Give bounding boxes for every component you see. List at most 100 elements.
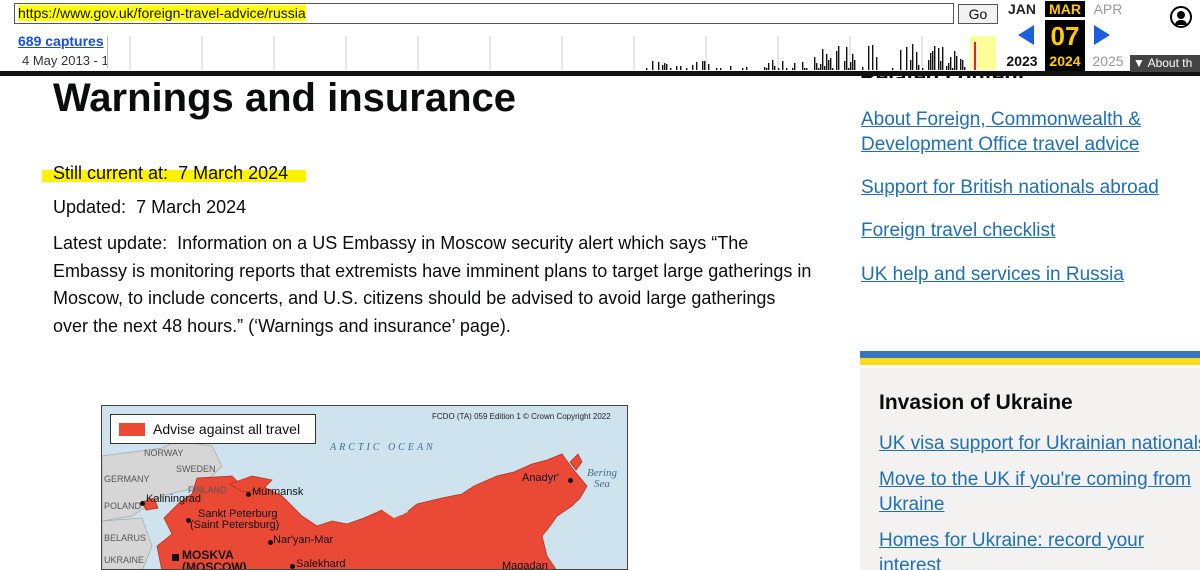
histogram-bar (960, 59, 962, 70)
map-label-moscow: MOSKVA (MOSCOW) (182, 549, 247, 570)
ukraine-callout: Invasion of Ukraine UK visa support for … (860, 368, 1200, 570)
histogram-bar (854, 60, 856, 70)
map-label-ukraine: UKRAINE (104, 555, 145, 565)
ukraine-link-homes-for-ukraine[interactable]: Homes for Ukraine: record your interest (879, 528, 1159, 570)
capture-date-range: 4 May 2013 - 1 (22, 53, 109, 68)
month-prev-link[interactable]: JAN (1002, 1, 1042, 17)
histogram-bar (746, 67, 748, 70)
year-next-link[interactable]: 2025 (1088, 53, 1128, 69)
histogram-bar (876, 57, 878, 70)
histogram-bar (730, 66, 732, 70)
histogram-bar (824, 66, 826, 70)
histogram-bar (670, 68, 672, 70)
year-prev-link[interactable]: 2023 (1002, 53, 1042, 69)
histogram-bar (932, 51, 934, 70)
related-link-support-british-nationals[interactable]: Support for British nationals abroad (861, 175, 1181, 200)
histogram-bar (916, 52, 918, 70)
histogram-bar (956, 56, 958, 70)
histogram-current-year (970, 36, 996, 70)
histogram-bar (818, 68, 820, 70)
page-title: Warnings and insurance (53, 76, 517, 120)
legend-label: Advise against all travel (153, 421, 301, 437)
latest-update-label: Latest update: (53, 233, 168, 253)
map-label-norway: NORWAY (144, 448, 184, 458)
map-label-anadyr: Anadyr' (522, 472, 559, 484)
capture-day: 07 (1045, 20, 1085, 52)
histogram-bar (686, 68, 688, 70)
histogram-bar (720, 68, 722, 70)
histogram-bar (846, 47, 848, 70)
latest-update-text: Information on a US Embassy in Moscow se… (53, 233, 812, 336)
histogram-bar (862, 67, 864, 70)
toolbar-divider (107, 36, 108, 68)
go-button[interactable]: Go (958, 4, 998, 24)
next-capture-arrow-icon[interactable] (1094, 25, 1110, 45)
related-link-travel-checklist[interactable]: Foreign travel checklist (861, 218, 1181, 243)
histogram-bar (768, 63, 770, 70)
histogram-bar (892, 68, 894, 70)
histogram-bar (906, 47, 908, 70)
map-label-murmansk: Murmansk (252, 486, 304, 498)
histogram-bar (912, 44, 914, 70)
histogram-bar (680, 66, 682, 70)
map-label-germany: GERMANY (104, 474, 150, 484)
histogram-bar (716, 68, 718, 70)
histogram-bar (662, 65, 664, 70)
capture-histogram[interactable] (112, 36, 996, 70)
histogram-bar (852, 54, 854, 70)
city-dot-anadyr (568, 478, 573, 483)
histogram-bar (802, 62, 804, 70)
map-copyright: FCDO (TA) 059 Edition 1 © Crown Copyrigh… (432, 412, 611, 421)
city-dot-salekhard (290, 564, 295, 569)
month-next-link[interactable]: APR (1088, 1, 1128, 17)
updated-line: Updated: 7 March 2024 (53, 197, 246, 218)
url-input[interactable]: https://www.gov.uk/foreign-travel-advice… (14, 3, 954, 24)
captures-link[interactable]: 689 captures (18, 33, 104, 49)
updated-date: 7 March 2024 (136, 197, 247, 217)
histogram-bar (692, 65, 694, 70)
histogram-bar (708, 64, 710, 70)
wayback-toolbar: https://www.gov.uk/foreign-travel-advice… (0, 0, 1200, 76)
histogram-bar (814, 57, 816, 70)
ukraine-link-move-to-uk[interactable]: Move to the UK if you're coming from Ukr… (879, 467, 1194, 517)
month-current: MAR (1045, 1, 1085, 17)
updated-label: Updated: (53, 197, 127, 217)
histogram-bar (704, 61, 706, 70)
still-current-date: 7 March 2024 (178, 163, 289, 183)
histogram-bar (658, 62, 660, 70)
histogram-bar (804, 68, 806, 70)
histogram-bar (764, 67, 766, 70)
latest-update: Latest update: Information on a US Embas… (53, 230, 813, 340)
map-label-st-petersburg-en: (Saint Petersburg) (190, 519, 280, 531)
histogram-bar (702, 61, 704, 70)
map-label-ocean: ARCTIC OCEAN (330, 442, 436, 453)
map-label-kaliningrad: Kaliningrad (146, 493, 202, 505)
still-current-line: Still current at: 7 March 2024 (53, 163, 288, 184)
histogram-bar (676, 66, 678, 70)
prev-capture-arrow-icon[interactable] (1018, 25, 1034, 45)
histogram-bar (832, 68, 834, 70)
histogram-bar (794, 63, 796, 70)
histogram-bar (664, 63, 666, 70)
ukraine-link-visa-support[interactable]: UK visa support for Ukrainian nationals (879, 431, 1200, 456)
related-link-fcdo-advice[interactable]: About Foreign, Commonwealth & Developmen… (861, 107, 1181, 157)
histogram-bar (792, 68, 794, 70)
histogram-bar (838, 46, 840, 70)
map-label-magadan: Magadan (502, 560, 548, 570)
histogram-bar (940, 61, 942, 70)
map-label-moscow-en: (MOSCOW) (182, 560, 247, 570)
related-link-uk-help-russia[interactable]: UK help and services in Russia (861, 262, 1181, 287)
map-label-sweden: SWEDEN (176, 464, 216, 474)
histogram-bar (696, 62, 698, 70)
about-capture-button[interactable]: ▼ About th (1130, 55, 1200, 72)
histogram-bar (962, 60, 964, 70)
still-current-label: Still current at: (53, 163, 169, 183)
histogram-bar (820, 64, 822, 70)
histogram-bar (666, 64, 668, 70)
histogram-bar (938, 48, 940, 70)
user-account-icon[interactable] (1170, 6, 1192, 28)
map-label-salekhard: Salekhard (296, 558, 346, 570)
map-label-sea: Bering Sea (587, 468, 617, 490)
legend-swatch (119, 423, 145, 436)
histogram-bar (934, 46, 936, 70)
